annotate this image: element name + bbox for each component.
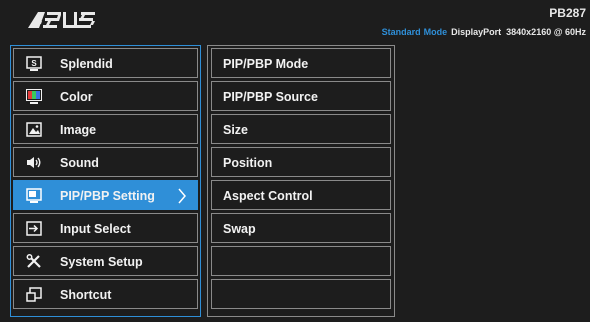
tools-icon: [26, 254, 42, 269]
submenu-item-pip-pbp-source[interactable]: PIP/PBP Source: [211, 81, 391, 111]
submenu-label: PIP/PBP Mode: [223, 57, 309, 71]
splendid-icon: S: [26, 56, 42, 71]
menu-label: System Setup: [60, 255, 143, 269]
input-port: DisplayPort: [451, 27, 502, 37]
resolution: 3840x2160 @ 60Hz: [506, 27, 586, 37]
menu-item-input-select[interactable]: Input Select: [13, 213, 198, 243]
speaker-icon: [26, 155, 42, 170]
menu-item-splendid[interactable]: S Splendid: [13, 48, 198, 78]
menu-label: Input Select: [60, 222, 131, 236]
menu-label: Splendid: [60, 57, 113, 71]
image-icon: [26, 122, 42, 137]
submenu-item-aspect-control[interactable]: Aspect Control: [211, 180, 391, 210]
submenu-item-position[interactable]: Position: [211, 147, 391, 177]
menu-item-sound[interactable]: Sound: [13, 147, 198, 177]
menu-label: Color: [60, 90, 93, 104]
submenu-label: Swap: [223, 222, 256, 236]
mode-label: Standard: [381, 27, 421, 37]
menu-item-color[interactable]: Color: [13, 81, 198, 111]
pip-icon: [26, 188, 42, 203]
menu-label: Sound: [60, 156, 99, 170]
mode-value: Mode: [423, 27, 448, 37]
submenu-label: Aspect Control: [223, 189, 313, 203]
main-menu: S Splendid Color Image Sound PIP/PBP Set…: [10, 45, 201, 317]
submenu-label: Size: [223, 123, 249, 137]
shortcut-icon: [26, 287, 42, 302]
menu-item-pip-pbp-setting[interactable]: PIP/PBP Setting: [13, 180, 198, 210]
submenu-item-empty: [211, 279, 391, 309]
submenu-label: PIP/PBP Source: [223, 90, 318, 104]
status-line: Standard Mode DisplayPort 3840x2160 @ 60Hz: [382, 27, 586, 37]
model-name: PB287: [549, 6, 586, 20]
menu-label: Image: [60, 123, 97, 137]
submenu-item-pip-pbp-mode[interactable]: PIP/PBP Mode: [211, 48, 391, 78]
submenu-item-size[interactable]: Size: [211, 114, 391, 144]
color-icon: [26, 89, 42, 104]
input-icon: [26, 221, 42, 236]
chevron-right-icon: [177, 187, 187, 208]
asus-logo: [28, 12, 98, 33]
top-bar: PB287 Standard Mode DisplayPort 3840x2160 @…: [0, 0, 590, 44]
submenu-item-swap[interactable]: Swap: [211, 213, 391, 243]
submenu-label: Position: [223, 156, 273, 170]
submenu-panel: PIP/PBP Mode PIP/PBP Source Size Positio…: [207, 45, 395, 317]
menu-item-image[interactable]: Image: [13, 114, 198, 144]
menu-label: PIP/PBP Setting: [60, 189, 155, 203]
menu-label: Shortcut: [60, 288, 112, 302]
submenu-item-empty: [211, 246, 391, 276]
menu-item-shortcut[interactable]: Shortcut: [13, 279, 198, 309]
menu-item-system-setup[interactable]: System Setup: [13, 246, 198, 276]
svg-text:S: S: [31, 59, 37, 68]
